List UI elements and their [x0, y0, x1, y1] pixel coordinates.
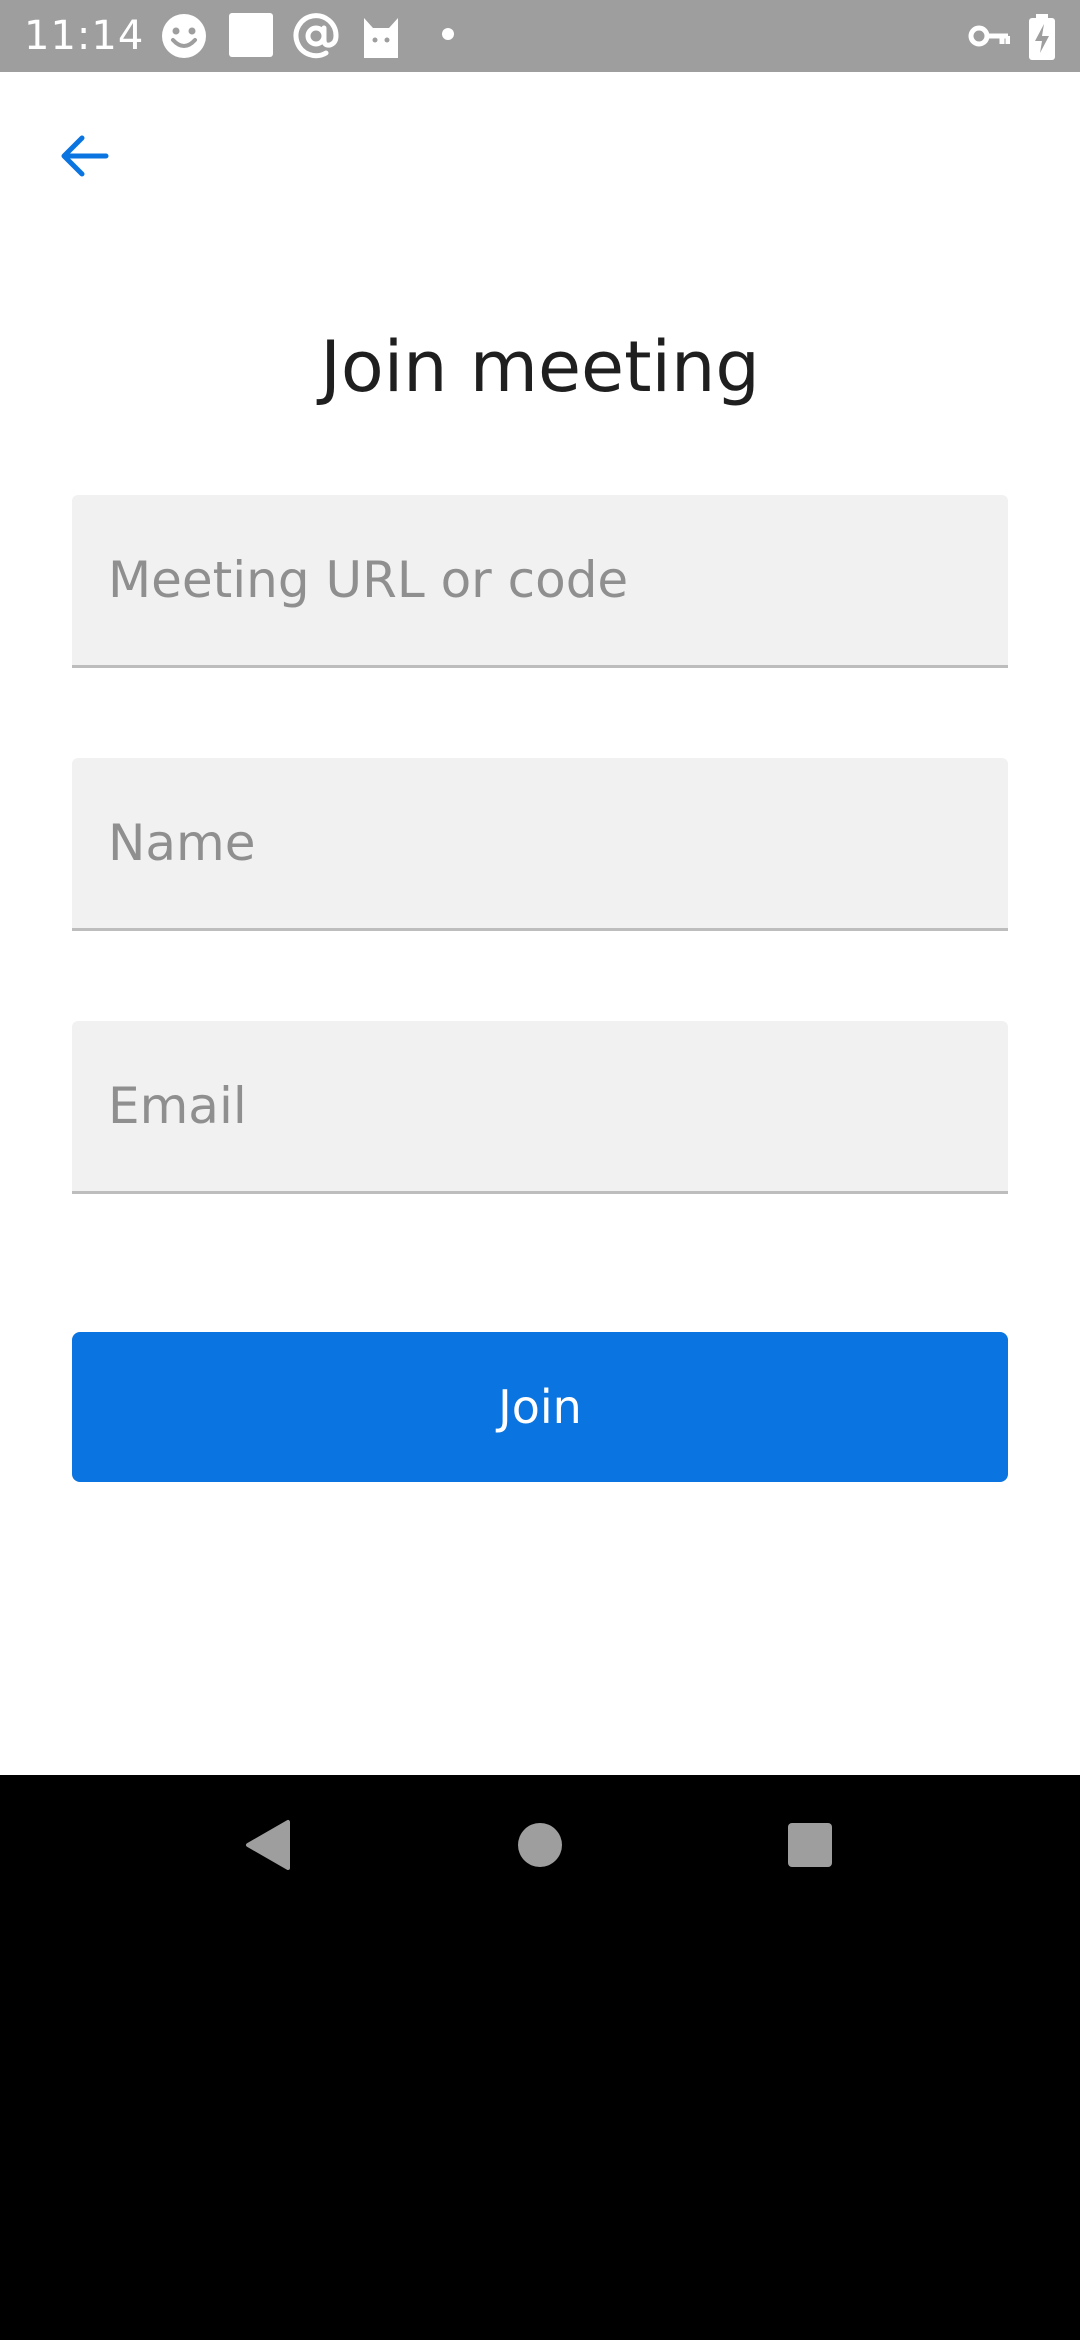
nav-recents-button[interactable] — [760, 1797, 860, 1897]
name-field[interactable] — [72, 758, 1008, 931]
smiley-icon — [160, 12, 208, 64]
meeting-url-input[interactable] — [72, 495, 1008, 665]
white-square-icon — [228, 12, 274, 62]
battery-charging-icon — [1028, 14, 1056, 64]
join-button[interactable]: Join — [72, 1332, 1008, 1482]
nav-back-button[interactable] — [218, 1797, 318, 1897]
arrow-left-icon — [56, 128, 112, 188]
home-circle-icon — [516, 1821, 564, 1873]
at-sign-icon — [292, 12, 340, 64]
cat-icon — [360, 12, 402, 64]
navigation-bar — [0, 1775, 1080, 1920]
back-triangle-icon — [242, 1818, 294, 1876]
recents-square-icon — [786, 1821, 834, 1873]
nav-home-button[interactable] — [490, 1797, 590, 1897]
email-field[interactable] — [72, 1021, 1008, 1194]
email-input[interactable] — [72, 1021, 1008, 1191]
status-time: 11:14 — [24, 13, 145, 59]
app-screen: Join meeting Join — [0, 72, 1080, 1775]
page-title: Join meeting — [320, 326, 760, 408]
name-input[interactable] — [72, 758, 1008, 928]
dot-icon — [440, 26, 456, 46]
back-button[interactable] — [42, 116, 126, 200]
vpn-key-icon — [968, 20, 1011, 56]
status-bar: 11:14 — [0, 0, 1080, 72]
meeting-url-field[interactable] — [72, 495, 1008, 668]
